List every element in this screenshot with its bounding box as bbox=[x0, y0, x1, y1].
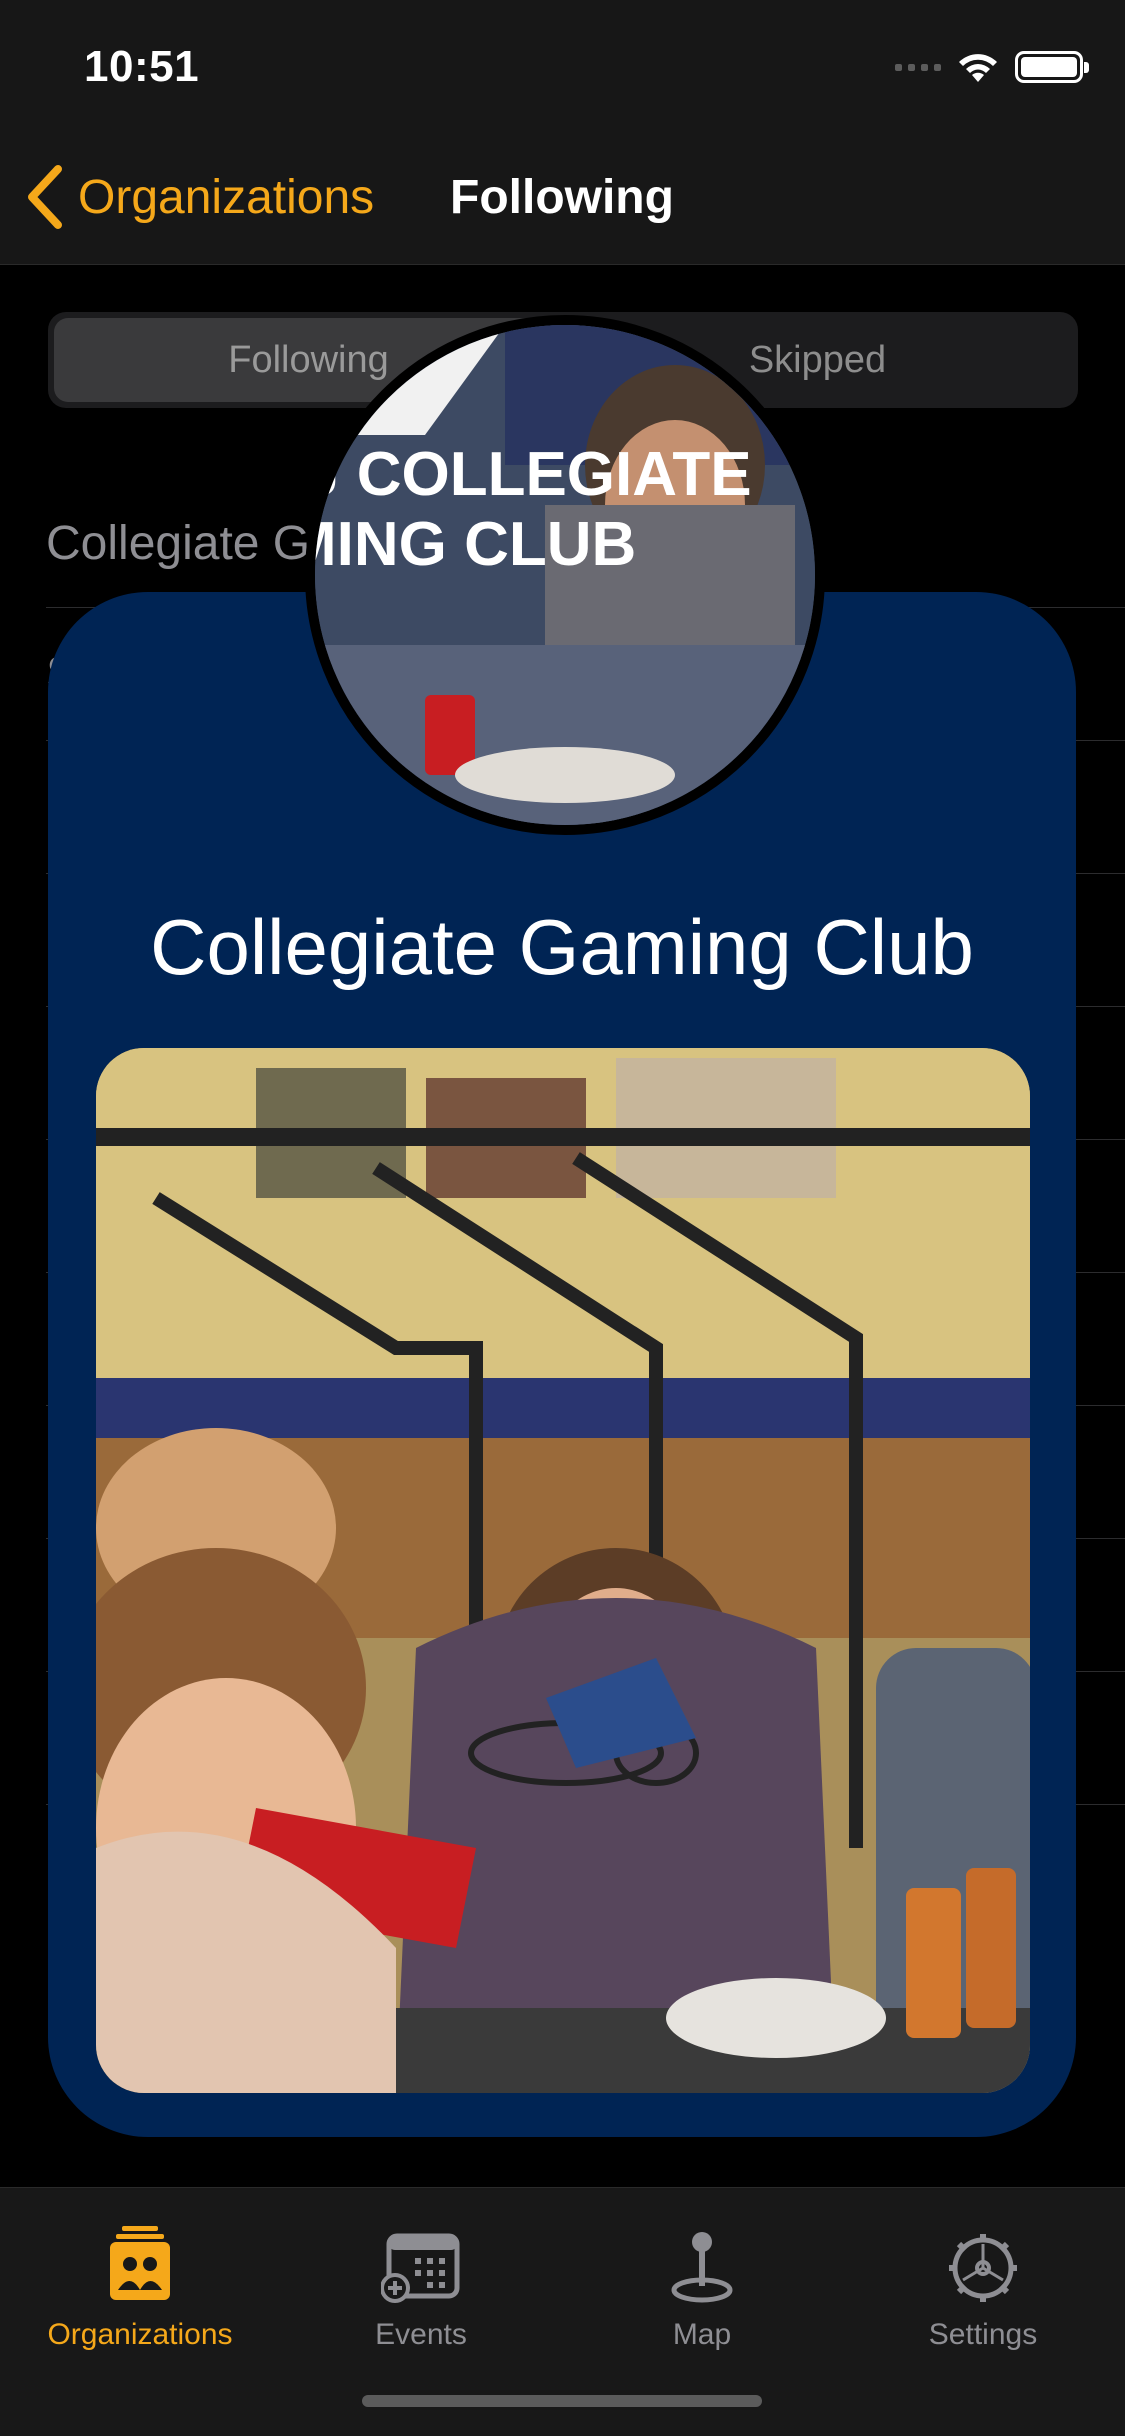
back-label: Organizations bbox=[78, 170, 375, 224]
tab-label: Events bbox=[375, 2318, 467, 2351]
tab-organizations[interactable]: Organizations bbox=[10, 2208, 270, 2352]
organizations-icon bbox=[10, 2224, 270, 2304]
status-time: 10:51 bbox=[84, 42, 200, 91]
home-indicator bbox=[362, 2395, 762, 2407]
wifi-icon bbox=[955, 50, 1001, 84]
status-icons bbox=[895, 50, 1089, 84]
organization-photo bbox=[96, 1048, 1030, 2093]
avatar-text-line2: MING CLUB bbox=[315, 510, 636, 579]
cellular-signal-icon bbox=[895, 63, 941, 71]
tab-label: Settings bbox=[928, 2318, 1038, 2351]
page-title: Following bbox=[450, 171, 674, 224]
battery-icon bbox=[1015, 51, 1089, 83]
tab-settings[interactable]: Settings bbox=[853, 2208, 1113, 2352]
events-icon bbox=[291, 2224, 551, 2304]
tab-map[interactable]: Map bbox=[572, 2208, 832, 2352]
tab-label: Organizations bbox=[47, 2318, 233, 2351]
tab-events[interactable]: Events bbox=[291, 2208, 551, 2352]
avatar-text-line1: J COLLEGIATE bbox=[315, 440, 752, 509]
tab-label: Map bbox=[672, 2318, 732, 2351]
card-title: Collegiate Gaming Club bbox=[150, 903, 974, 991]
organization-avatar: J COLLEGIATE MING CLUB bbox=[305, 315, 825, 835]
chevron-left-icon bbox=[28, 165, 62, 229]
settings-icon bbox=[853, 2224, 1113, 2304]
back-button[interactable]: Organizations bbox=[24, 165, 374, 229]
map-pin-icon bbox=[572, 2224, 832, 2304]
